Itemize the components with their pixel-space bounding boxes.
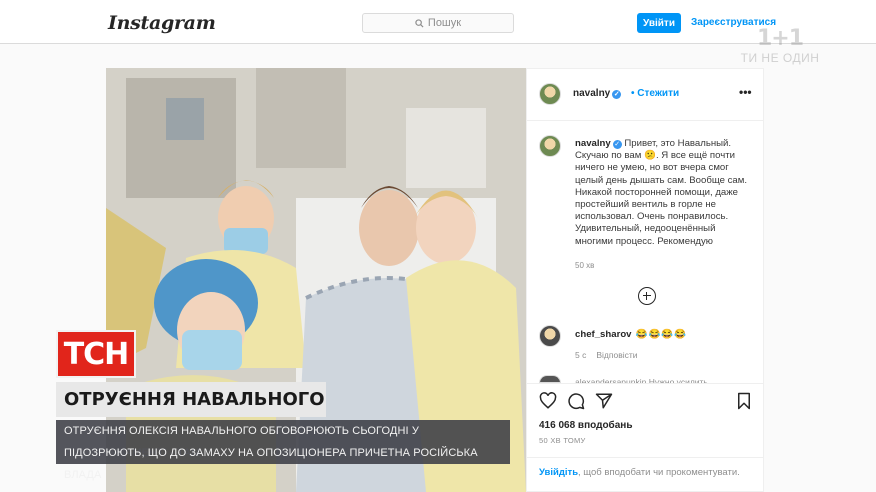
news-subline-1: ОТРУЄННЯ ОЛЕКСІЯ НАВАЛЬНОГО ОБГОВОРЮЮТЬ … <box>56 420 510 459</box>
instagram-logo[interactable]: Instagram <box>108 12 216 34</box>
follow-button[interactable]: • Стежити <box>631 88 679 99</box>
follow-label[interactable]: Стежити <box>637 88 679 99</box>
search-icon <box>415 18 424 28</box>
heart-icon[interactable] <box>539 392 557 410</box>
post-panel: navalny ✓ • Стежити ••• navalny ✓ Привет, … <box>526 68 764 492</box>
channel-slogan: ТИ НЕ ОДИН <box>740 51 820 65</box>
channel-watermark: 1+1 ТИ НЕ ОДИН <box>738 27 822 69</box>
post-username[interactable]: navalny ✓ <box>573 88 622 99</box>
bookmark-icon[interactable] <box>735 392 753 410</box>
login-prompt-text: , щоб вподобати чи прокоментувати. <box>578 467 740 478</box>
comment-time: 5 с <box>575 350 587 360</box>
tsn-logo: ТСН <box>56 330 136 378</box>
login-button[interactable]: Увійти <box>637 13 681 33</box>
comment-username[interactable]: chef_sharov <box>575 329 632 340</box>
login-prompt-link[interactable]: Увійдіть <box>539 467 578 478</box>
next-comment-avatar[interactable] <box>539 375 561 383</box>
load-more-comments-icon[interactable] <box>638 287 656 305</box>
post-caption: navalny ✓ Привет, это Навальный. Скучаю п… <box>575 138 755 248</box>
post-actions: 416 068 вподобань 50 ХВ ТОМУ <box>527 383 763 457</box>
caption-timestamp: 50 хв <box>575 261 595 270</box>
comment: chef_sharov 😂😂😂😂 <box>575 329 687 340</box>
search-placeholder: Пошук <box>427 17 462 29</box>
post-username-text[interactable]: navalny <box>573 88 610 99</box>
share-icon[interactable] <box>595 392 613 410</box>
comment-text: 😂😂😂😂 <box>635 329 688 340</box>
news-headline: ОТРУЄННЯ НАВАЛЬНОГО <box>56 382 326 417</box>
reply-link[interactable]: Відповісти <box>596 350 637 360</box>
verified-icon: ✓ <box>612 90 622 99</box>
verified-icon: ✓ <box>612 140 622 149</box>
caption-username[interactable]: navalny <box>575 138 611 149</box>
comment-meta: 5 с Відповісти <box>575 350 638 360</box>
login-prompt: Увійдіть, щоб вподобати чи прокоментуват… <box>527 457 763 491</box>
post-header: navalny ✓ • Стежити ••• <box>527 69 763 121</box>
comment-icon[interactable] <box>567 392 585 410</box>
search-input[interactable]: Пошук <box>362 13 514 33</box>
likes-count[interactable]: 416 068 вподобань <box>539 420 632 431</box>
caption-text: Привет, это Навальный. Скучаю по вам 😕. … <box>575 138 747 247</box>
avatar[interactable] <box>539 83 561 105</box>
news-subline-2: ПІДОЗРЮЮТЬ, ЩО ДО ЗАМАХУ НА ОПОЗИЦІОНЕРА… <box>56 442 510 481</box>
comment-avatar[interactable] <box>539 325 561 347</box>
more-options-icon[interactable]: ••• <box>739 85 752 99</box>
channel-logo-mark: 1+1 <box>756 26 804 51</box>
caption-avatar[interactable] <box>539 135 561 157</box>
post-age: 50 ХВ ТОМУ <box>539 436 586 445</box>
